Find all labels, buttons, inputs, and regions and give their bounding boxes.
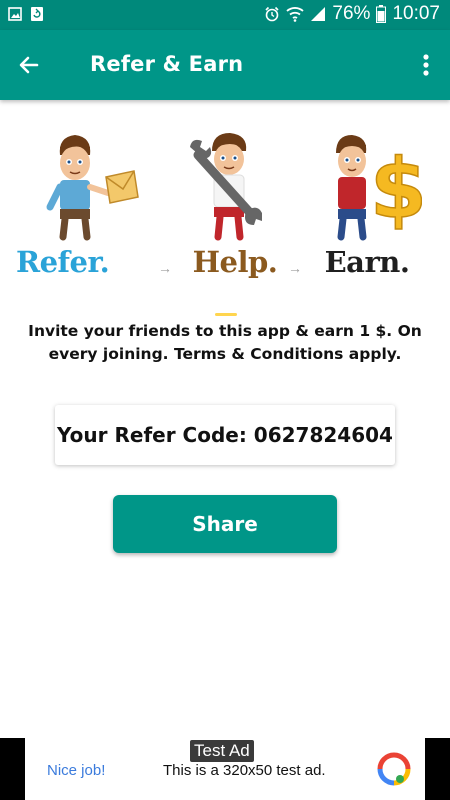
earn-label: Earn. [324, 245, 410, 279]
app-bar: Refer & Earn [0, 30, 450, 100]
signal-icon [310, 6, 326, 22]
more-vertical-icon [423, 54, 429, 76]
clock: 10:07 [392, 3, 440, 24]
refer-step: Refer. [16, 125, 140, 290]
person-with-wrench-icon [190, 133, 262, 241]
step-arrow: → [288, 260, 302, 276]
ad-description: This is a 320x50 test ad. [163, 762, 326, 779]
earn-step: $ Earn. [312, 125, 428, 290]
alarm-icon [264, 6, 280, 22]
recycle-icon [30, 6, 44, 22]
status-bar: 76% 10:07 [0, 0, 450, 30]
refer-code-card[interactable]: Your Refer Code: 0627824604 [55, 405, 395, 465]
person-with-dollar-icon: $ [336, 135, 428, 241]
step-arrow: → [158, 260, 172, 276]
loading-indicator [215, 313, 237, 316]
back-button[interactable] [14, 50, 44, 80]
refer-help-earn-illustration: Refer. → Help. → $ Earn. [16, 125, 428, 300]
arrow-back-icon [19, 56, 39, 74]
ad-network-logo-icon [377, 752, 411, 786]
image-icon [8, 6, 22, 22]
ad-nice-label: Nice job! [47, 762, 106, 779]
svg-text:$: $ [370, 142, 422, 237]
battery-icon [376, 5, 387, 23]
test-ad-tag: Test Ad [190, 740, 254, 762]
help-step: Help. [180, 125, 290, 290]
battery-label: 76% [332, 3, 371, 24]
refer-code-text: Your Refer Code: 0627824604 [57, 423, 393, 447]
refer-label: Refer. [16, 245, 110, 279]
person-with-envelope-icon [46, 135, 139, 241]
share-button[interactable]: Share [113, 495, 337, 553]
help-label: Help. [192, 245, 278, 279]
invite-description: Invite your friends to this app & earn 1… [28, 322, 422, 363]
overflow-menu-button[interactable] [414, 50, 438, 80]
wifi-icon [286, 6, 305, 22]
page-title: Refer & Earn [90, 52, 244, 76]
